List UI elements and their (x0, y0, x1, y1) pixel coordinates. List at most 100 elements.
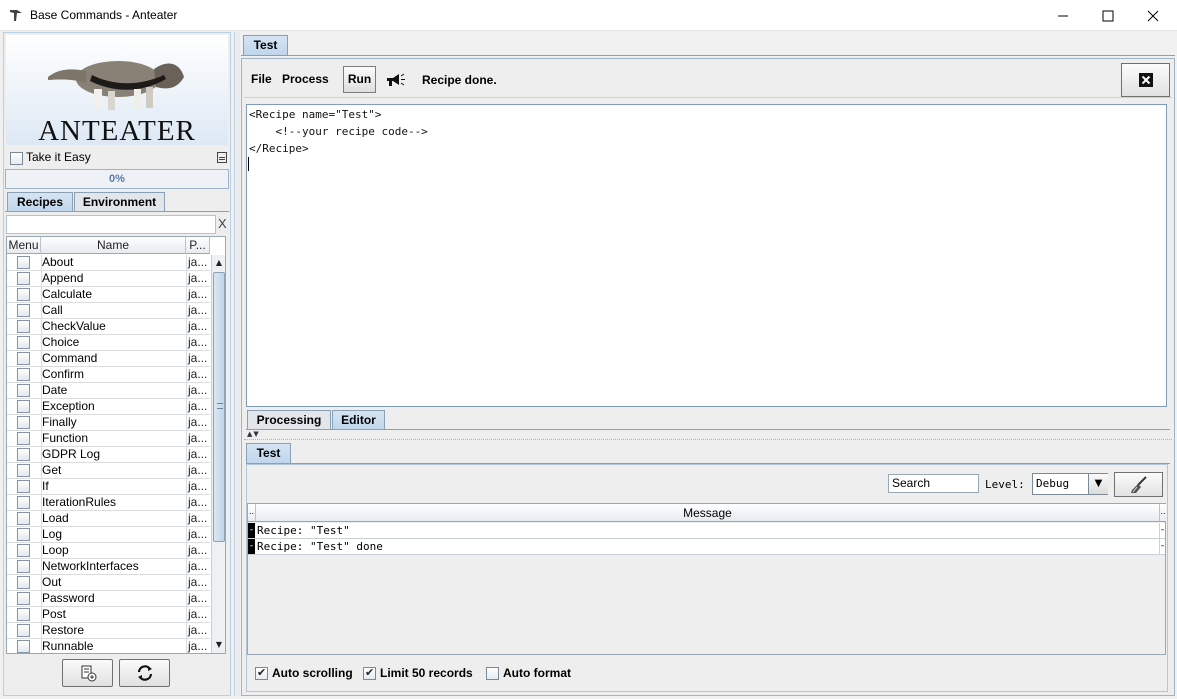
clear-log-button[interactable] (1114, 472, 1163, 497)
tab-editor[interactable]: Editor (332, 410, 385, 430)
table-row[interactable]: Finally ja... (7, 415, 210, 431)
table-row[interactable]: Restore ja... (7, 623, 210, 639)
menu-process[interactable]: Process (282, 72, 329, 86)
cell-divider (186, 575, 187, 591)
clear-filter-button[interactable]: X (218, 216, 227, 231)
menu-checkbox[interactable] (17, 368, 30, 381)
table-row[interactable]: If ja... (7, 479, 210, 495)
menu-checkbox[interactable] (17, 592, 30, 605)
tab-test[interactable]: Test (243, 35, 288, 55)
menu-checkbox[interactable] (17, 512, 30, 525)
table-row[interactable]: NetworkInterfaces ja... (7, 559, 210, 575)
menu-checkbox[interactable] (17, 544, 30, 557)
take-it-easy-checkbox[interactable] (10, 152, 23, 165)
table-row[interactable]: Choice ja... (7, 335, 210, 351)
close-editor-button[interactable] (1121, 63, 1170, 97)
notify-button[interactable] (380, 66, 410, 93)
table-row[interactable]: Command ja... (7, 351, 210, 367)
auto-format-checkbox[interactable] (486, 667, 499, 680)
scroll-thumb[interactable] (213, 272, 225, 542)
broom-icon (1130, 475, 1147, 493)
menu-checkbox[interactable] (17, 576, 30, 589)
table-row[interactable]: IterationRules ja... (7, 495, 210, 511)
table-row[interactable]: Date ja... (7, 383, 210, 399)
recipe-scrollbar[interactable]: ▲ ▼ (211, 255, 225, 653)
recipe-filter-input[interactable] (6, 215, 216, 234)
menu-checkbox[interactable] (17, 448, 30, 461)
minimize-button[interactable] (1040, 0, 1086, 31)
menu-checkbox[interactable] (17, 432, 30, 445)
table-row[interactable]: Post ja... (7, 607, 210, 623)
table-row[interactable]: Log ja... (7, 527, 210, 543)
log-row[interactable]: - Recipe: "Test" done - (248, 539, 1165, 555)
menu-checkbox[interactable] (17, 560, 30, 573)
column-header-p[interactable]: P... (186, 237, 210, 254)
chevron-down-icon[interactable]: ▼ (1088, 474, 1108, 494)
table-row[interactable]: Load ja... (7, 511, 210, 527)
table-row[interactable]: Get ja... (7, 463, 210, 479)
menu-checkbox[interactable] (17, 416, 30, 429)
column-header-name[interactable]: Name (41, 237, 186, 254)
menu-checkbox[interactable] (17, 384, 30, 397)
collapse-icon[interactable] (217, 152, 227, 163)
recipe-name: Choice (42, 335, 80, 349)
menu-checkbox[interactable] (17, 480, 30, 493)
horizontal-splitter[interactable] (244, 432, 1172, 440)
menu-checkbox[interactable] (17, 400, 30, 413)
refresh-button[interactable] (119, 659, 170, 687)
menu-checkbox[interactable] (17, 528, 30, 541)
table-row[interactable]: Function ja... (7, 431, 210, 447)
log-row-end: - (1159, 523, 1165, 538)
limit-records-checkbox[interactable] (363, 666, 376, 680)
menu-checkbox[interactable] (17, 464, 30, 477)
menu-file[interactable]: File (251, 72, 272, 86)
code-editor[interactable]: <Recipe name="Test"> <!--your recipe cod… (246, 104, 1167, 407)
run-button[interactable]: Run (343, 66, 376, 93)
recipe-package: ja... (188, 511, 208, 525)
table-row[interactable]: Password ja... (7, 591, 210, 607)
menu-checkbox[interactable] (17, 608, 30, 621)
tab-recipes[interactable]: Recipes (7, 192, 73, 212)
level-dropdown[interactable]: Debug ▼ (1032, 473, 1108, 495)
column-header-left[interactable]: .. (248, 504, 256, 522)
menu-checkbox[interactable] (17, 352, 30, 365)
menu-checkbox[interactable] (17, 624, 30, 637)
menu-checkbox[interactable] (17, 272, 30, 285)
table-row[interactable]: Out ja... (7, 575, 210, 591)
table-row[interactable]: Append ja... (7, 271, 210, 287)
table-row[interactable]: CheckValue ja... (7, 319, 210, 335)
menu-checkbox[interactable] (17, 304, 30, 317)
menu-checkbox[interactable] (17, 320, 30, 333)
table-row[interactable]: GDPR Log ja... (7, 447, 210, 463)
log-row-end: - (1159, 539, 1165, 554)
table-row[interactable]: Loop ja... (7, 543, 210, 559)
maximize-button[interactable] (1085, 0, 1131, 31)
split-arrows-icon[interactable]: ▲▼ (247, 430, 260, 438)
table-row[interactable]: Confirm ja... (7, 367, 210, 383)
menu-checkbox[interactable] (17, 496, 30, 509)
column-header-message[interactable]: Message (256, 504, 1159, 522)
tab-log-test[interactable]: Test (246, 443, 291, 463)
column-header-menu[interactable]: Menu (7, 237, 41, 254)
tab-environment[interactable]: Environment (74, 192, 165, 212)
log-row[interactable]: - Recipe: "Test" - (248, 523, 1165, 539)
table-row[interactable]: Call ja... (7, 303, 210, 319)
log-search-input[interactable]: Search (888, 474, 979, 493)
scroll-down-icon[interactable]: ▼ (212, 637, 225, 653)
vertical-splitter[interactable] (234, 32, 240, 696)
close-window-button[interactable] (1130, 0, 1176, 31)
auto-scrolling-checkbox[interactable] (255, 666, 268, 680)
table-row[interactable]: Exception ja... (7, 399, 210, 415)
menu-checkbox[interactable] (17, 256, 30, 269)
tab-processing[interactable]: Processing (247, 410, 331, 430)
table-row[interactable]: Runnable ja... (7, 639, 210, 653)
column-header-right[interactable]: .. (1159, 504, 1166, 522)
add-recipe-button[interactable] (62, 659, 113, 687)
menu-checkbox[interactable] (17, 288, 30, 301)
menu-checkbox[interactable] (17, 640, 30, 653)
menu-checkbox[interactable] (17, 336, 30, 349)
table-row[interactable]: About ja... (7, 255, 210, 271)
scroll-up-icon[interactable]: ▲ (212, 255, 225, 271)
cell-divider (186, 495, 187, 511)
table-row[interactable]: Calculate ja... (7, 287, 210, 303)
